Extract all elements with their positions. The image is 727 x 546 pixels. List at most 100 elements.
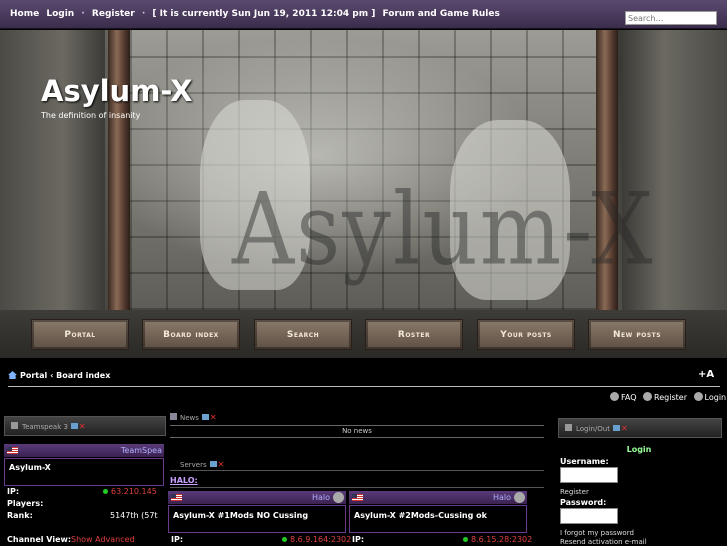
- login-title: Login: [626, 445, 652, 454]
- nav-new-posts-button[interactable]: New posts: [588, 319, 686, 350]
- panel-icon: [11, 422, 18, 429]
- server-box: Asylum-X #1Mods NO Cussing: [168, 505, 346, 533]
- forum-rules-link[interactable]: Forum and Game Rules: [382, 9, 499, 19]
- online-status-icon: [103, 489, 108, 494]
- divider: [170, 487, 544, 488]
- close-icon[interactable]: ✕: [210, 413, 217, 422]
- teamspeak-ip[interactable]: 63.210.145: [103, 487, 157, 496]
- register-link[interactable]: Register: [92, 9, 135, 19]
- online-status-icon: [282, 537, 287, 542]
- news-panel-header: News ✕: [170, 413, 217, 422]
- us-flag-icon: [171, 494, 182, 501]
- login-panel-title: Login/Out: [576, 425, 610, 433]
- breadcrumb: Portal ‹ Board index: [8, 371, 110, 380]
- password-label: Password:: [560, 498, 607, 507]
- faq-link[interactable]: FAQ: [621, 393, 637, 402]
- forgot-password-link[interactable]: I forgot my password: [560, 529, 634, 537]
- current-datetime: [ It is currently Sun Jun 19, 2011 12:04…: [152, 9, 376, 19]
- breadcrumb-bar: Portal ‹ Board index +A: [0, 366, 727, 386]
- site-tagline: The definition of insanity: [41, 111, 141, 120]
- server-box: Asylum-X #2Mods-Cussing ok: [349, 505, 527, 533]
- teamspeak-server-box: Asylum-X: [4, 458, 164, 486]
- teamspeak-rank: 5147th (57t: [110, 511, 158, 520]
- news-empty-text: No news: [342, 427, 372, 435]
- us-flag-icon: [352, 494, 363, 501]
- nav-board-index-button[interactable]: Board index: [142, 319, 240, 350]
- server-ip[interactable]: 8.6.9.164:2302: [282, 535, 351, 544]
- left-pillar: [108, 30, 130, 310]
- game-heading-halo[interactable]: HALO:: [170, 476, 198, 485]
- news-icon: [170, 413, 177, 420]
- top-nav-links: Home Login · Register · [ It is currentl…: [10, 9, 504, 19]
- halo-game-icon: [514, 492, 525, 503]
- nav-search-button[interactable]: Search: [254, 319, 352, 350]
- close-icon[interactable]: ✕: [79, 422, 86, 431]
- teamspeak-server-name: Asylum-X: [9, 463, 51, 472]
- close-icon[interactable]: ✕: [218, 460, 225, 469]
- show-advanced-link[interactable]: Show Advanced: [71, 535, 135, 544]
- register-link[interactable]: Register: [560, 488, 589, 496]
- minimize-icon[interactable]: [612, 425, 620, 431]
- register-icon: [643, 392, 653, 401]
- top-nav-bar: Home Login · Register · [ It is currentl…: [0, 0, 727, 29]
- nav-your-posts-button[interactable]: Your posts: [477, 319, 575, 350]
- header-banner: Asylum-X Asylum-X The definition of insa…: [0, 30, 727, 310]
- login-icon: [693, 392, 703, 401]
- username-label: Username:: [560, 457, 609, 466]
- password-input[interactable]: [560, 508, 618, 524]
- minimize-icon[interactable]: [201, 414, 209, 420]
- rank-label: Rank:: [7, 511, 33, 520]
- faq-icon: [610, 392, 619, 401]
- search-input[interactable]: [625, 11, 717, 25]
- separator: ·: [81, 9, 85, 19]
- separator: ·: [141, 9, 146, 19]
- teamspeak-bar-label: TeamSpea: [120, 446, 162, 455]
- server-bar: Halo: [168, 491, 346, 504]
- left-wall-texture: [0, 30, 105, 310]
- halo-game-icon: [333, 492, 344, 503]
- server-game-label: Halo: [492, 493, 511, 502]
- banner-watermark: Asylum-X: [232, 172, 655, 288]
- close-icon[interactable]: ✕: [621, 424, 628, 433]
- ip-label: IP:: [352, 535, 365, 544]
- server-name[interactable]: Asylum-X #1Mods NO Cussing: [173, 511, 308, 520]
- divider: [170, 425, 544, 426]
- server-ip[interactable]: 8.6.15.28:2302: [463, 535, 532, 544]
- register-link[interactable]: Register: [654, 393, 687, 402]
- teamspeak-title: Teamspeak 3: [22, 423, 68, 431]
- players-label: Players:: [7, 499, 44, 508]
- nav-portal-button[interactable]: Portal: [31, 319, 129, 350]
- breadcrumb-portal[interactable]: Portal: [20, 371, 47, 380]
- minimize-icon[interactable]: [209, 461, 217, 467]
- channel-view-label: Channel View:: [7, 535, 72, 544]
- username-input[interactable]: [560, 467, 618, 483]
- teamspeak-bar: TeamSpea: [4, 444, 164, 457]
- minimize-icon[interactable]: [70, 423, 78, 429]
- news-title: News: [180, 414, 199, 422]
- us-flag-icon: [7, 447, 18, 454]
- user-links: FAQ Register Login: [606, 392, 726, 402]
- login-link[interactable]: Login: [705, 393, 727, 402]
- lock-icon: [565, 424, 572, 431]
- server-game-label: Halo: [311, 493, 330, 502]
- servers-panel-header: Servers ✕: [180, 460, 224, 469]
- teamspeak-panel-header: Teamspeak 3 ✕: [4, 416, 166, 436]
- divider: [170, 470, 544, 471]
- ip-label: IP:: [171, 535, 184, 544]
- breadcrumb-board-index[interactable]: Board index: [56, 371, 110, 380]
- ip-label: IP:: [7, 487, 20, 496]
- site-title[interactable]: Asylum-X: [41, 74, 192, 108]
- server-bar: Halo: [349, 491, 527, 504]
- server-name[interactable]: Asylum-X #2Mods-Cussing ok: [354, 511, 487, 520]
- divider: [170, 437, 544, 438]
- home-icon: [8, 371, 17, 379]
- divider: [8, 386, 720, 387]
- breadcrumb-separator: ‹: [50, 371, 54, 380]
- login-link[interactable]: Login: [46, 9, 74, 19]
- home-link[interactable]: Home: [10, 9, 39, 19]
- login-panel-header: Login/Out ✕: [558, 418, 722, 438]
- main-nav: Portal Board index Search Roster Your po…: [0, 310, 727, 358]
- font-size-toggle[interactable]: +A: [698, 369, 714, 380]
- nav-roster-button[interactable]: Roster: [365, 319, 463, 350]
- online-status-icon: [463, 537, 468, 542]
